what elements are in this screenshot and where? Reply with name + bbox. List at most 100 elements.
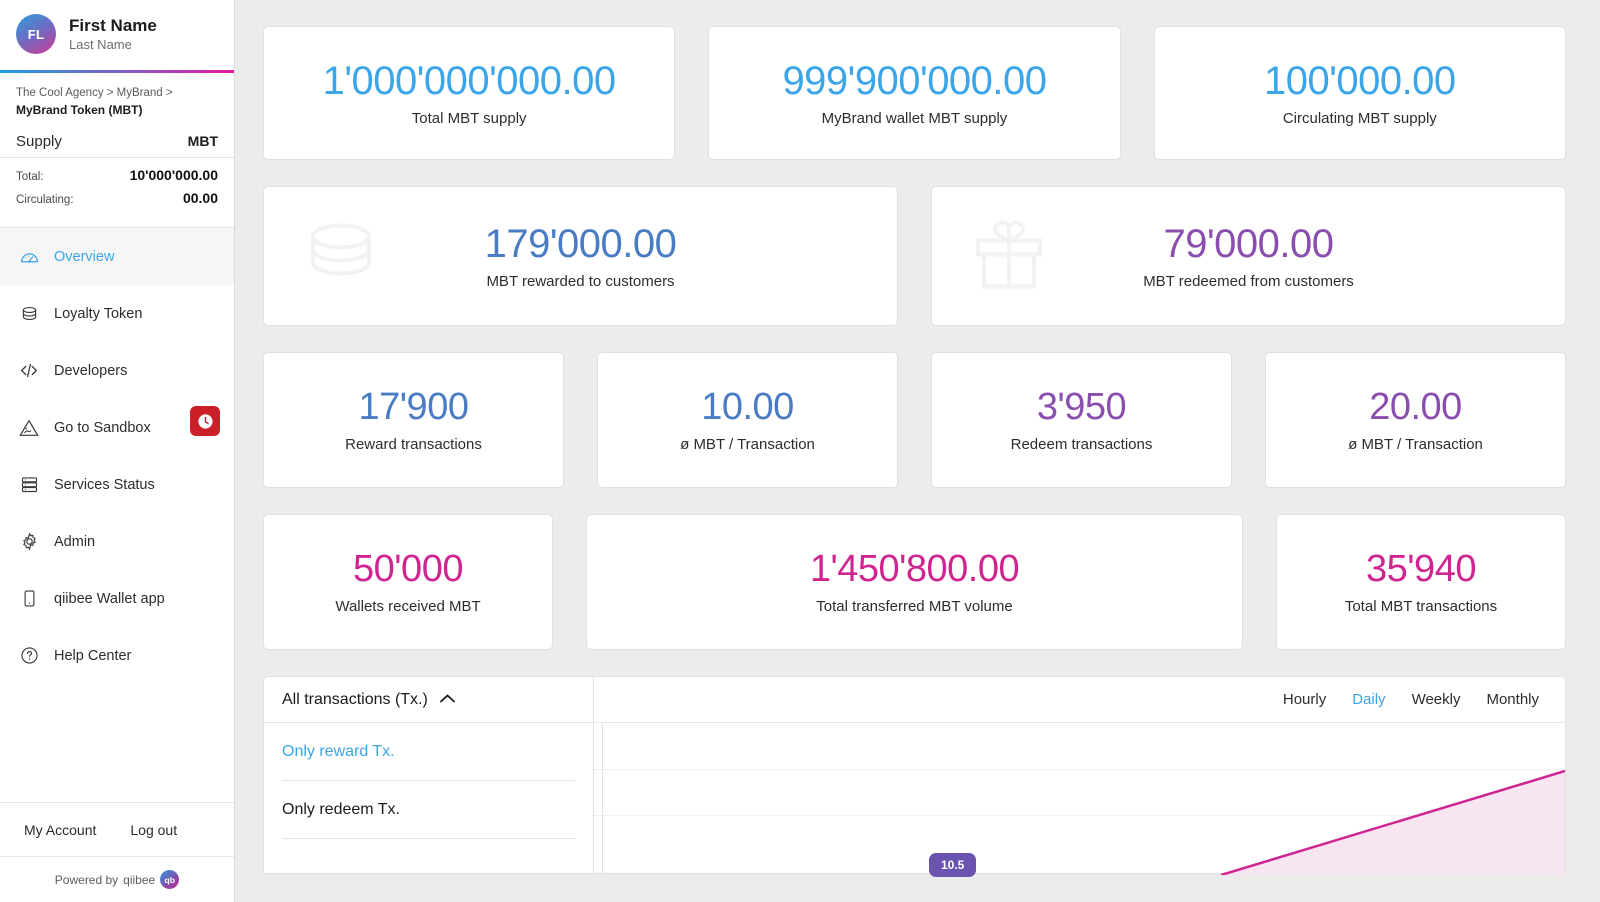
supply-rows: Total: 10'000'000.00 Circulating: 00.00 — [0, 158, 234, 227]
sidebar-item-help-center[interactable]: Help Center — [0, 627, 234, 684]
supply-title: Supply — [16, 133, 62, 151]
supply-total-value: 10'000'000.00 — [129, 167, 218, 184]
metric-caption: MyBrand wallet MBT supply — [821, 110, 1008, 127]
supply-row-total: Total: 10'000'000.00 — [16, 167, 218, 183]
profile-last-name: Last Name — [69, 36, 132, 52]
dropdown-toggle[interactable]: All transactions (Tx.) — [264, 677, 593, 723]
phone-icon — [18, 588, 40, 610]
metric-card-wallets-received-mbt[interactable]: 50'000 Wallets received MBT — [263, 514, 553, 650]
metric-value: 1'000'000'000.00 — [322, 59, 616, 103]
sidebar-item-label: Loyalty Token — [54, 305, 143, 322]
metric-value: 179'000.00 — [484, 222, 677, 266]
metric-caption: ø MBT / Transaction — [1348, 435, 1483, 453]
metric-card-total-mbt-supply[interactable]: 1'000'000'000.00 Total MBT supply — [263, 26, 676, 160]
supply-row-circulating: Circulating: 00.00 — [16, 190, 218, 206]
breadcrumb[interactable]: The Cool Agency > MyBrand > MyBrand Toke… — [0, 73, 234, 127]
dropdown-option-only-redeem-tx[interactable]: Only redeem Tx. — [282, 781, 575, 839]
code-icon — [18, 360, 40, 382]
sidebar-item-admin[interactable]: Admin — [0, 513, 234, 570]
transaction-filter-dropdown: All transactions (Tx.) Only reward Tx. O… — [264, 677, 594, 873]
metric-value: 10.00 — [701, 386, 794, 429]
sidebar-item-loyalty-token[interactable]: Loyalty Token — [0, 285, 234, 342]
supply-circulating-label: Circulating: — [16, 194, 74, 207]
sidebar-item-services-status[interactable]: Services Status — [0, 456, 234, 513]
dropdown-option-only-reward-tx[interactable]: Only reward Tx. — [282, 723, 575, 781]
metrics-row-4: 50'000 Wallets received MBT 1'450'800.00… — [263, 514, 1566, 650]
metric-card-circulating-mbt-supply[interactable]: 100'000.00 Circulating MBT supply — [1153, 26, 1566, 160]
metrics-row-1: 1'000'000'000.00 Total MBT supply 999'90… — [263, 26, 1566, 160]
metric-card-total-mbt-transactions[interactable]: 35'940 Total MBT transactions — [1276, 514, 1566, 650]
sidebar-item-label: Go to Sandbox — [54, 419, 151, 436]
transactions-panel: All transactions (Tx.) Only reward Tx. O… — [263, 676, 1566, 877]
metric-card-avg-mbt-per-redeem-transaction[interactable]: 20.00 ø MBT / Transaction — [1265, 352, 1566, 488]
gear-icon — [18, 531, 40, 553]
metric-value: 20.00 — [1369, 386, 1462, 429]
metric-card-mbt-redeemed[interactable]: 79'000.00 MBT redeemed from customers — [931, 186, 1566, 326]
gauge-icon — [18, 246, 40, 268]
metric-value: 50'000 — [353, 548, 463, 591]
metric-caption: Total MBT supply — [411, 110, 527, 127]
tab-monthly[interactable]: Monthly — [1486, 691, 1539, 708]
powered-by-text: Powered by — [54, 872, 119, 887]
metric-card-total-transferred-volume[interactable]: 1'450'800.00 Total transferred MBT volum… — [586, 514, 1243, 650]
sidebar-item-go-to-sandbox[interactable]: Go to Sandbox — [0, 399, 234, 456]
powered-by-footer: Powered by qiibee qb — [0, 856, 234, 902]
metric-card-mybrand-wallet-mbt-supply[interactable]: 999'900'000.00 MyBrand wallet MBT supply — [708, 26, 1121, 160]
dropdown-selected-label: All transactions (Tx.) — [282, 690, 428, 708]
gift-icon — [966, 215, 1052, 298]
metric-card-avg-mbt-per-reward-transaction[interactable]: 10.00 ø MBT / Transaction — [597, 352, 898, 488]
chart-series-path — [1220, 769, 1565, 875]
app-root: FL First Name Last Name The Cool Agency … — [0, 0, 1600, 902]
coins-stack-icon — [298, 217, 384, 296]
metrics-row-3: 17'900 Reward transactions 10.00 ø MBT /… — [263, 352, 1566, 488]
sidebar-item-label: Services Status — [54, 476, 155, 493]
chart-tooltip: 10.5 — [929, 853, 977, 877]
tab-daily[interactable]: Daily — [1352, 691, 1385, 708]
coins-icon — [18, 303, 40, 325]
clock-icon[interactable] — [190, 406, 220, 437]
metric-value: 999'900'000.00 — [782, 59, 1047, 103]
sidebar-item-label: Overview — [54, 248, 115, 265]
metric-caption: ø MBT / Transaction — [680, 435, 815, 453]
metric-value: 35'940 — [1366, 548, 1476, 591]
question-circle-icon — [18, 645, 40, 667]
main-content: 1'000'000'000.00 Total MBT supply 999'90… — [235, 0, 1600, 902]
metric-card-redeem-transactions[interactable]: 3'950 Redeem transactions — [931, 352, 1232, 488]
sidebar-item-overview[interactable]: Overview — [0, 228, 234, 286]
profile-names: First Name Last Name — [69, 15, 157, 53]
transactions-line-chart[interactable]: 10.5 — [594, 723, 1565, 877]
server-icon — [18, 474, 40, 496]
supply-total-label: Total: — [16, 171, 44, 184]
metric-card-reward-transactions[interactable]: 17'900 Reward transactions — [263, 352, 564, 488]
log-out-link[interactable]: Log out — [130, 822, 177, 838]
tab-weekly[interactable]: Weekly — [1412, 691, 1461, 708]
sidebar-item-qiibee-wallet-app[interactable]: qiibee Wallet app — [0, 570, 234, 627]
metric-card-mbt-rewarded[interactable]: 179'000.00 MBT rewarded to customers — [263, 186, 898, 326]
sidebar-item-developers[interactable]: Developers — [0, 342, 234, 399]
metric-caption: Wallets received MBT — [335, 597, 481, 615]
sidebar-item-label: qiibee Wallet app — [54, 590, 165, 607]
metric-value: 17'900 — [358, 386, 469, 429]
metric-value: 100'000.00 — [1263, 59, 1456, 103]
account-actions: My Account Log out — [0, 802, 234, 856]
breadcrumb-path: The Cool Agency > MyBrand > — [16, 87, 173, 99]
supply-header: Supply MBT — [0, 127, 234, 159]
qiibee-logo-icon: qb — [160, 870, 180, 889]
warning-sign-icon — [18, 417, 40, 439]
chevron-up-icon — [439, 691, 456, 709]
sidebar-item-label: Help Center — [54, 647, 132, 664]
profile-header[interactable]: FL First Name Last Name — [0, 0, 234, 70]
sidebar-item-label: Developers — [54, 362, 128, 379]
metric-value: 79'000.00 — [1163, 222, 1334, 266]
metric-caption: Reward transactions — [345, 435, 482, 453]
my-account-link[interactable]: My Account — [24, 822, 96, 838]
chart-area: Hourly Daily Weekly Monthly 10.5 — [594, 677, 1565, 877]
metric-caption: MBT redeemed from customers — [1143, 273, 1354, 290]
metric-value: 3'950 — [1036, 386, 1127, 429]
metric-caption: Total transferred MBT volume — [816, 597, 1013, 615]
metric-caption: MBT rewarded to customers — [486, 273, 675, 290]
tab-hourly[interactable]: Hourly — [1283, 691, 1326, 708]
brand-name: qiibee — [123, 872, 156, 887]
sidebar: FL First Name Last Name The Cool Agency … — [0, 0, 235, 902]
